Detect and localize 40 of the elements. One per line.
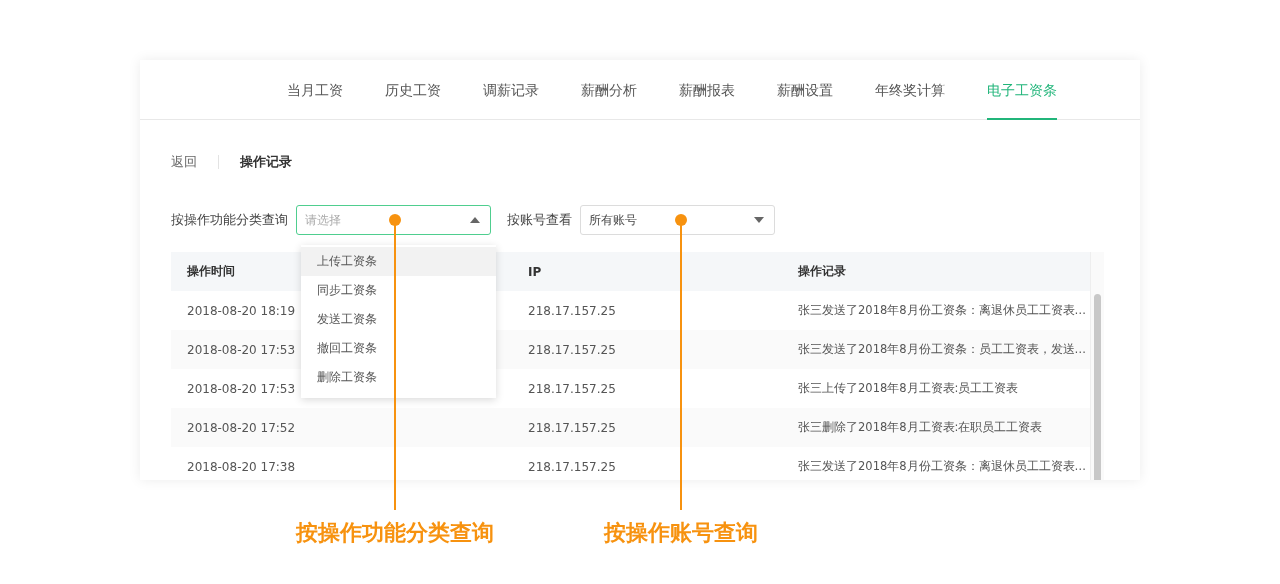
tab[interactable]: 薪酬报表 bbox=[679, 60, 735, 120]
table-cell: 2018-08-20 17:53 bbox=[187, 381, 296, 396]
tab[interactable]: 薪酬设置 bbox=[777, 60, 833, 120]
table-cell: 218.17.157.25 bbox=[528, 381, 616, 396]
filter-label: 按账号查看 bbox=[507, 211, 572, 229]
column-header: 操作时间 bbox=[187, 263, 235, 280]
tab[interactable]: 年终奖计算 bbox=[875, 60, 945, 120]
callout-label: 按操作账号查询 bbox=[604, 519, 758, 547]
table-cell: 2018-08-20 17:53 bbox=[187, 342, 296, 357]
filter-label: 按操作功能分类查询 bbox=[171, 211, 288, 229]
tab[interactable]: 当月工资 bbox=[287, 60, 343, 120]
table-cell: 2018-08-20 17:52 bbox=[187, 420, 296, 435]
table-cell: 张三上传了2018年8月工资表:员工工资表 bbox=[798, 381, 1019, 396]
table-cell: 2018-08-20 18:19 bbox=[187, 303, 296, 318]
page-title: 操作记录 bbox=[240, 153, 292, 171]
menu-item[interactable]: 同步工资条 bbox=[301, 276, 496, 305]
caret-icon bbox=[470, 217, 480, 223]
tab[interactable]: 调薪记录 bbox=[483, 60, 539, 120]
tab[interactable]: 薪酬分析 bbox=[581, 60, 637, 120]
back-link[interactable]: 返回 bbox=[171, 153, 197, 171]
table-cell: 218.17.157.25 bbox=[528, 420, 616, 435]
table-cell: 2018-08-20 17:38 bbox=[187, 459, 296, 474]
tab[interactable]: 历史工资 bbox=[385, 60, 441, 120]
column-header: IP bbox=[528, 264, 542, 279]
caret-icon bbox=[754, 217, 764, 223]
scrollbar[interactable] bbox=[1090, 252, 1104, 480]
menu-item[interactable]: 发送工资条 bbox=[301, 305, 496, 334]
select-field[interactable]: 所有账号 bbox=[580, 205, 775, 235]
table-cell: 218.17.157.25 bbox=[528, 303, 616, 318]
table-cell: 218.17.157.25 bbox=[528, 342, 616, 357]
menu-item[interactable]: 删除工资条 bbox=[301, 363, 496, 392]
column-header: 操作记录 bbox=[798, 264, 846, 279]
table-cell: 张三发送了2018年8月份工资条：离退休员工工资表… bbox=[798, 303, 1087, 318]
menu-item[interactable]: 撤回工资条 bbox=[301, 334, 496, 363]
table-cell: 218.17.157.25 bbox=[528, 459, 616, 474]
menu-item[interactable]: 上传工资条 bbox=[301, 247, 496, 276]
table-cell: 张三发送了2018年8月份工资条：员工工资表，发送… bbox=[798, 342, 1087, 357]
callout-label: 按操作功能分类查询 bbox=[296, 519, 494, 547]
table-cell: 张三发送了2018年8月份工资条：离退休员工工资表… bbox=[798, 459, 1087, 474]
table-cell: 张三删除了2018年8月工资表:在职员工工资表 bbox=[798, 420, 1043, 435]
